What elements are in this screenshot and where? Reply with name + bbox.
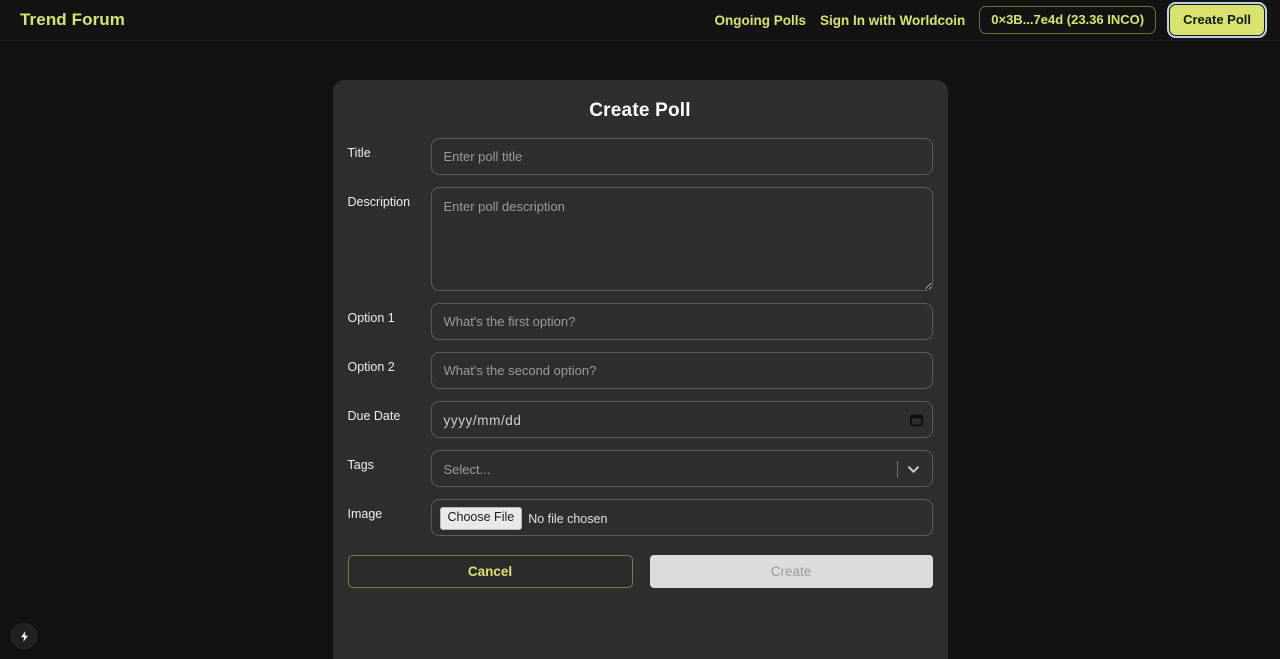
brand-logo[interactable]: Trend Forum	[20, 10, 125, 30]
field-description: Description	[348, 187, 933, 291]
label-image: Image	[347, 507, 383, 521]
option-1-input[interactable]	[430, 303, 933, 340]
page-body: Create Poll Title Description Option 1 O…	[0, 41, 1280, 659]
label-tags: Tags	[347, 458, 374, 472]
tags-select-indicators	[896, 451, 932, 488]
label-due-date: Due Date	[347, 409, 401, 423]
description-textarea[interactable]	[430, 187, 933, 291]
header-nav: Ongoing Polls Sign In with Worldcoin 0×3…	[715, 2, 1267, 38]
calendar-icon[interactable]	[909, 413, 923, 426]
tags-select[interactable]: Select...	[430, 450, 933, 488]
app-header: Trend Forum Ongoing Polls Sign In with W…	[0, 0, 1280, 41]
form-actions: Cancel Create	[347, 555, 933, 588]
due-date-placeholder: yyyy/mm/dd	[443, 413, 522, 428]
field-image: Image Choose File No file chosen	[348, 499, 933, 536]
label-option-1: Option 1	[347, 311, 395, 325]
tags-select-placeholder: Select...	[443, 462, 491, 477]
due-date-input[interactable]: yyyy/mm/dd	[430, 401, 933, 438]
lightning-badge-button[interactable]	[11, 623, 37, 649]
choose-file-button[interactable]: Choose File	[439, 507, 523, 530]
field-option-1: Option 1	[348, 303, 933, 340]
create-poll-card: Create Poll Title Description Option 1 O…	[332, 80, 948, 659]
page-title: Create Poll	[589, 100, 691, 121]
lightning-bolt-icon	[20, 630, 28, 642]
label-description: Description	[347, 195, 411, 209]
nav-ongoing-polls[interactable]: Ongoing Polls	[715, 13, 807, 28]
title-input[interactable]	[430, 138, 933, 175]
create-poll-button[interactable]: Create Poll	[1167, 2, 1267, 38]
field-due-date: Due Date yyyy/mm/dd	[348, 401, 933, 438]
option-2-input[interactable]	[430, 352, 933, 389]
wallet-address-badge[interactable]: 0×3B...7e4d (23.36 INCO)	[979, 6, 1157, 34]
field-title: Title	[348, 138, 933, 175]
label-option-2: Option 2	[347, 360, 395, 374]
image-file-input[interactable]: Choose File No file chosen	[430, 499, 933, 536]
create-button[interactable]: Create	[649, 555, 933, 588]
label-title: Title	[347, 146, 371, 160]
cancel-button[interactable]: Cancel	[347, 555, 633, 588]
field-tags: Tags Select...	[348, 450, 933, 487]
nav-sign-in-worldcoin[interactable]: Sign In with Worldcoin	[820, 13, 965, 28]
chevron-down-icon[interactable]	[904, 460, 923, 479]
field-option-2: Option 2	[348, 352, 933, 389]
file-status-text: No file chosen	[528, 511, 608, 526]
select-separator	[896, 461, 898, 478]
